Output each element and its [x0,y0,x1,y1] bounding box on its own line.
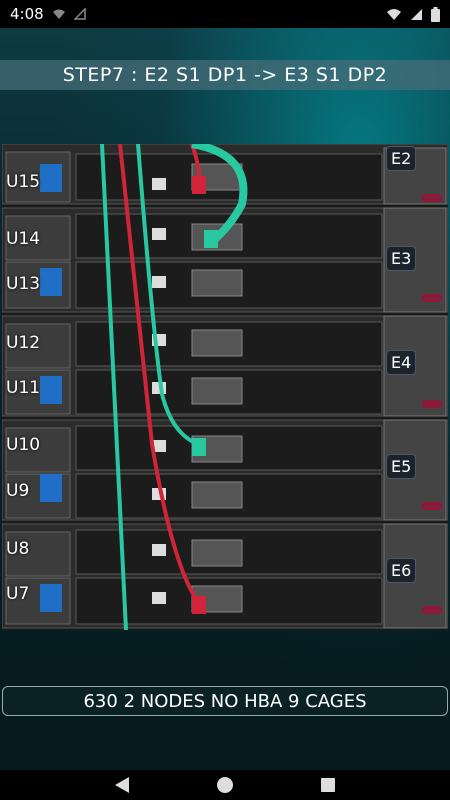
unit-label-u14: U14 [6,229,41,249]
unit-label-u13: U13 [6,274,41,294]
cage-label-e4: E4 [386,350,417,375]
step-title: STEP7 : E2 S1 DP1 -> E3 S1 DP2 [0,60,450,90]
home-button[interactable] [214,774,236,796]
recents-button[interactable] [317,774,339,796]
cage-label-e3: E3 [386,246,417,271]
cage-label-e5: E5 [386,454,417,479]
unit-label-u11: U11 [6,378,41,398]
back-icon [114,777,129,793]
cage-label-e2: E2 [386,146,417,171]
navigation-bar [0,770,450,800]
unit-label-u7: U7 [6,584,30,604]
rack-diagram: U15 U14 U13 U12 U11 U10 U9 U8 U7 E2 E3 E… [1,140,449,631]
clock: 4:08 [10,5,44,23]
config-label[interactable]: 630 2 NODES NO HBA 9 CAGES [2,686,448,716]
unit-label-u10: U10 [6,435,41,455]
unit-label-u9: U9 [6,481,30,501]
wifi-icon [387,8,401,20]
back-button[interactable] [111,774,133,796]
unit-label-u12: U12 [6,333,41,353]
status-bar: 4:08 [0,0,450,28]
cage-label-e6: E6 [386,558,417,583]
rack-illustration [1,140,449,631]
unit-label-u15: U15 [6,172,41,192]
signal-icon [411,8,422,20]
recents-icon [321,778,336,792]
unit-label-u8: U8 [6,539,30,559]
battery-icon [431,6,440,22]
home-icon [216,777,233,793]
signal-off-icon [73,8,86,20]
wifi-off-icon [52,9,65,19]
